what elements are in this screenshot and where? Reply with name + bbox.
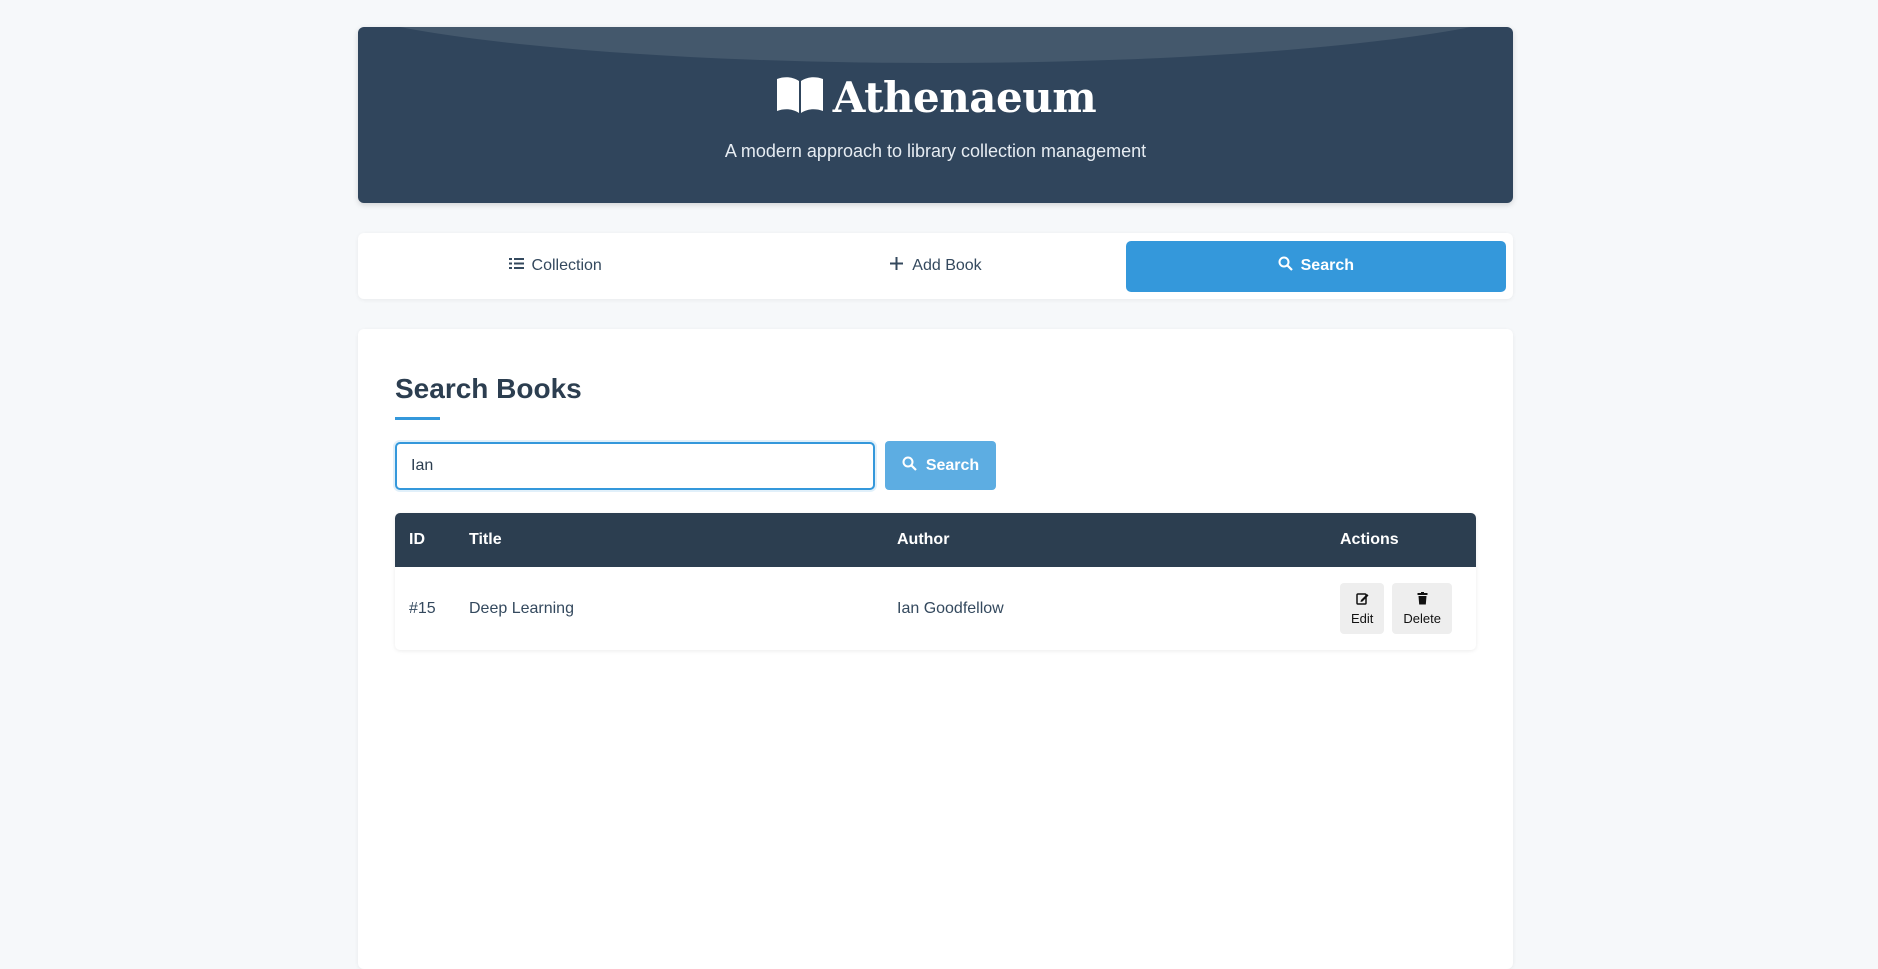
- header-decoration: [358, 27, 1513, 63]
- search-form: Search: [395, 441, 1476, 490]
- app-header: Athenaeum A modern approach to library c…: [358, 27, 1513, 203]
- search-icon: [902, 456, 917, 476]
- edit-button[interactable]: Edit: [1340, 583, 1385, 634]
- list-icon: [508, 256, 524, 276]
- plus-icon: [889, 256, 904, 276]
- search-button[interactable]: Search: [885, 441, 996, 490]
- cell-id: #15: [409, 599, 436, 617]
- app-tagline: A modern approach to library collection …: [724, 141, 1147, 161]
- page-title: Search Books: [395, 373, 582, 404]
- open-book-icon: [775, 75, 825, 120]
- header-actions: Actions: [1340, 531, 1399, 548]
- cell-author: Ian Goodfellow: [897, 599, 1004, 617]
- tab-collection[interactable]: Collection: [365, 241, 745, 292]
- tab-add-book[interactable]: Add Book: [745, 241, 1125, 292]
- delete-button[interactable]: Delete: [1392, 583, 1452, 634]
- table-row: #15 Deep Learning Ian Goodfellow Edit De…: [395, 567, 1476, 650]
- cell-title: Deep Learning: [469, 599, 574, 617]
- header-author: Author: [897, 531, 950, 548]
- table-header-row: ID Title Author Actions: [395, 513, 1476, 567]
- main-nav: Collection Add Book Search: [358, 233, 1513, 299]
- row-actions: Edit Delete: [1340, 583, 1462, 634]
- tab-label: Add Book: [912, 257, 982, 274]
- brand: Athenaeum: [358, 73, 1513, 122]
- header-title: Title: [469, 531, 502, 548]
- delete-label: Delete: [1403, 610, 1441, 626]
- search-input[interactable]: [395, 441, 875, 490]
- header-id: ID: [409, 531, 425, 548]
- tab-search[interactable]: Search: [1125, 240, 1506, 292]
- title-underline: [395, 417, 440, 420]
- cell-actions: Edit Delete: [1326, 567, 1476, 650]
- results-table: ID Title Author Actions #15 Deep Learnin…: [395, 513, 1476, 650]
- edit-icon: [1355, 592, 1369, 608]
- page-container: Athenaeum A modern approach to library c…: [358, 27, 1513, 969]
- search-card: Search Books Search ID Title Author Acti…: [358, 329, 1513, 969]
- tab-label: Collection: [531, 257, 602, 274]
- app-title: Athenaeum: [832, 73, 1097, 122]
- search-button-label: Search: [925, 456, 980, 474]
- trash-icon: [1416, 591, 1429, 608]
- search-icon: [1278, 256, 1293, 276]
- tab-label: Search: [1300, 257, 1354, 274]
- edit-label: Edit: [1351, 610, 1374, 626]
